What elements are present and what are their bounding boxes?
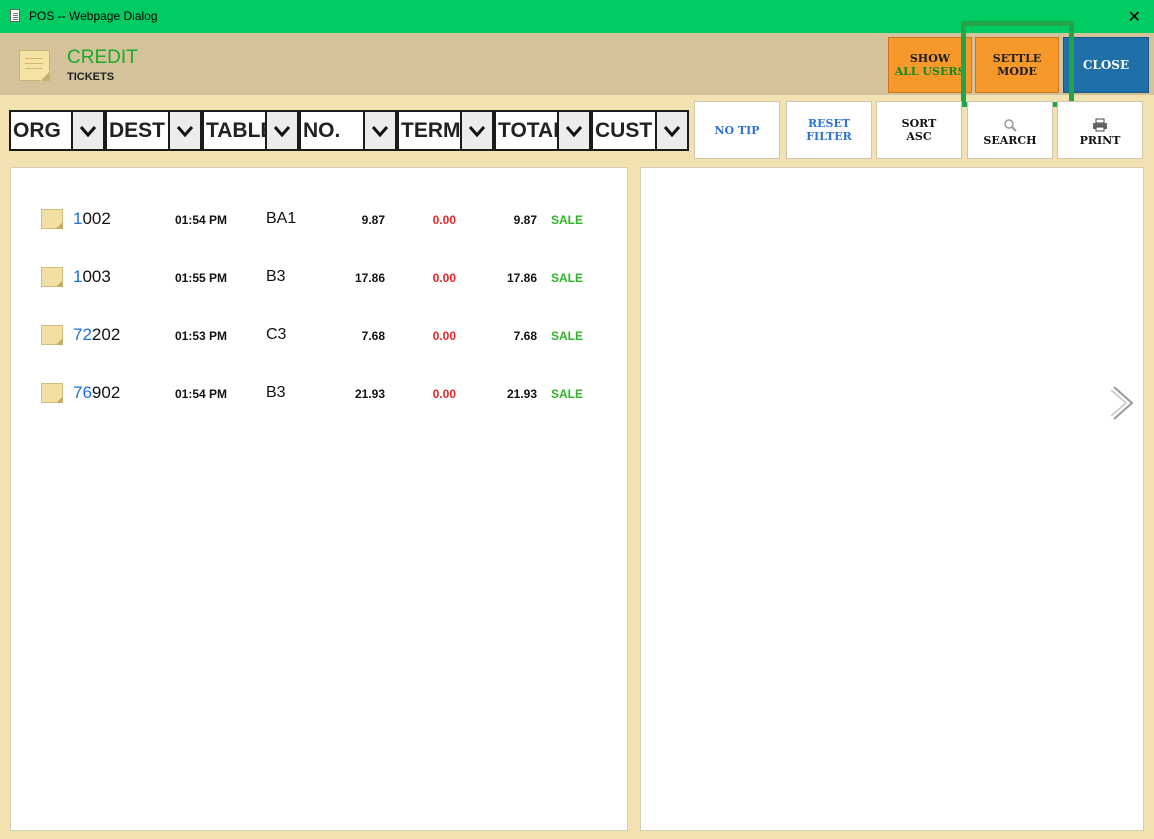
ticket-row[interactable]: 1002 01:54 PM BA1 9.87 0.00 9.87 SALE — [41, 206, 611, 230]
window-titlebar: POS -- Webpage Dialog ✕ — [0, 0, 1154, 33]
settle-mode-label-line1: SETTLE — [992, 52, 1042, 65]
ticket-icon — [19, 50, 50, 81]
ticket-icon — [41, 267, 63, 287]
show-all-users-label-line1: SHOW — [909, 52, 951, 65]
chevron-down-icon[interactable] — [557, 112, 589, 149]
ticket-table: B3 — [266, 268, 286, 285]
printer-icon — [1092, 114, 1108, 132]
ticket-table: BA1 — [266, 210, 297, 227]
ticket-type: SALE — [551, 213, 584, 227]
print-button[interactable]: PRINT — [1057, 101, 1143, 159]
chevron-down-icon[interactable] — [655, 112, 687, 149]
filter-table-select[interactable]: TABLE — [202, 110, 299, 151]
ticket-table: C3 — [266, 326, 287, 343]
ticket-number-prefix: 72 — [73, 325, 92, 344]
filter-number-value: NO. — [303, 118, 341, 142]
ticket-number-rest: 003 — [82, 267, 111, 286]
ticket-total: 21.93 — [506, 387, 537, 401]
settle-mode-button[interactable]: SETTLE MODE — [975, 37, 1059, 93]
page-title: CREDIT — [67, 47, 138, 68]
ticket-icon — [41, 325, 63, 345]
chevron-down-icon[interactable] — [363, 112, 395, 149]
sort-asc-button[interactable]: SORT ASC — [876, 101, 962, 159]
ticket-number: 1002 — [73, 209, 111, 229]
ticket-icon — [41, 383, 63, 403]
ticket-number-rest: 902 — [91, 383, 121, 402]
ticket-number: 76902 — [73, 383, 120, 403]
ticket-total: 7.68 — [513, 329, 537, 343]
filter-dest-select[interactable]: DEST — [105, 110, 202, 151]
chevron-down-icon[interactable] — [460, 112, 492, 149]
show-all-users-label-line2: ALL USERS — [894, 65, 966, 78]
filter-bar: ORG DEST TABLE NO. TERM TOTAL CUST — [9, 110, 689, 153]
print-label: PRINT — [1079, 133, 1121, 147]
ticket-number: 72202 — [73, 325, 120, 345]
ticket-tip: 0.00 — [432, 387, 456, 401]
sort-label-line2: ASC — [906, 130, 932, 143]
filter-term-select[interactable]: TERM — [397, 110, 494, 151]
ticket-row[interactable]: 1003 01:55 PM B3 17.86 0.00 17.86 SALE — [41, 264, 611, 288]
ticket-tip: 0.00 — [432, 271, 456, 285]
window-close-icon[interactable]: ✕ — [1128, 7, 1141, 27]
filter-dest-value: DEST — [109, 118, 166, 142]
no-tip-label: NO TIP — [714, 123, 760, 137]
ticket-subtotal: 7.68 — [361, 329, 385, 343]
filter-customer-value: CUST — [595, 118, 653, 142]
ticket-list-panel: 1002 01:54 PM BA1 9.87 0.00 9.87 SALE 10… — [10, 167, 628, 831]
ticket-total: 9.87 — [513, 213, 537, 227]
ticket-tip: 0.00 — [432, 213, 456, 227]
ticket-table: B3 — [266, 384, 286, 401]
filter-customer-select[interactable]: CUST — [591, 110, 689, 151]
document-icon — [10, 9, 20, 22]
ticket-time: 01:54 PM — [175, 213, 228, 227]
reset-filter-button[interactable]: RESET FILTER — [786, 101, 872, 159]
ticket-number-rest: 002 — [82, 209, 111, 228]
filter-total-select[interactable]: TOTAL — [494, 110, 591, 151]
close-button[interactable]: CLOSE — [1063, 37, 1149, 93]
search-icon — [1003, 114, 1017, 132]
ticket-number-rest: 202 — [91, 325, 121, 344]
chevron-down-icon[interactable] — [265, 112, 297, 149]
ticket-time: 01:53 PM — [175, 329, 228, 343]
ticket-subtotal: 17.86 — [354, 271, 385, 285]
filter-number-select[interactable]: NO. — [299, 110, 397, 151]
ticket-type: SALE — [551, 387, 584, 401]
ticket-detail-panel — [640, 167, 1144, 831]
no-tip-button[interactable]: NO TIP — [694, 101, 780, 159]
ticket-row[interactable]: 72202 01:53 PM C3 7.68 0.00 7.68 SALE — [41, 322, 611, 346]
ticket-time: 01:55 PM — [175, 271, 228, 285]
ticket-number: 1003 — [73, 267, 111, 287]
page-subtitle: TICKETS — [67, 71, 115, 83]
chevron-down-icon[interactable] — [71, 112, 103, 149]
window-title: POS -- Webpage Dialog — [29, 9, 158, 23]
ticket-type: SALE — [551, 329, 584, 343]
search-label: SEARCH — [983, 133, 1037, 147]
ticket-tip: 0.00 — [432, 329, 456, 343]
filter-table-value: TABLE — [206, 118, 265, 142]
close-button-label: CLOSE — [1082, 57, 1130, 72]
sort-label-line1: SORT — [901, 117, 937, 130]
search-button[interactable]: SEARCH — [967, 101, 1053, 159]
filter-total-value: TOTAL — [498, 118, 557, 142]
ticket-number-prefix: 76 — [73, 383, 92, 402]
ticket-icon — [41, 209, 63, 229]
reset-filter-label-line1: RESET — [807, 117, 851, 130]
filter-term-value: TERM — [401, 118, 460, 142]
show-all-users-button[interactable]: SHOW ALL USERS — [888, 37, 972, 93]
ticket-time: 01:54 PM — [175, 387, 228, 401]
settle-mode-label-line2: MODE — [997, 65, 1037, 78]
filter-org-value: ORG — [13, 118, 61, 142]
ticket-subtotal: 9.87 — [361, 213, 385, 227]
ticket-total: 17.86 — [506, 271, 537, 285]
reset-filter-label-line2: FILTER — [806, 130, 852, 143]
chevron-down-icon[interactable] — [168, 112, 200, 149]
ticket-row[interactable]: 76902 01:54 PM B3 21.93 0.00 21.93 SALE — [41, 380, 611, 404]
ticket-type: SALE — [551, 271, 584, 285]
ticket-subtotal: 21.93 — [354, 387, 385, 401]
chevron-right-icon[interactable] — [1110, 385, 1136, 426]
filter-org-select[interactable]: ORG — [9, 110, 105, 151]
